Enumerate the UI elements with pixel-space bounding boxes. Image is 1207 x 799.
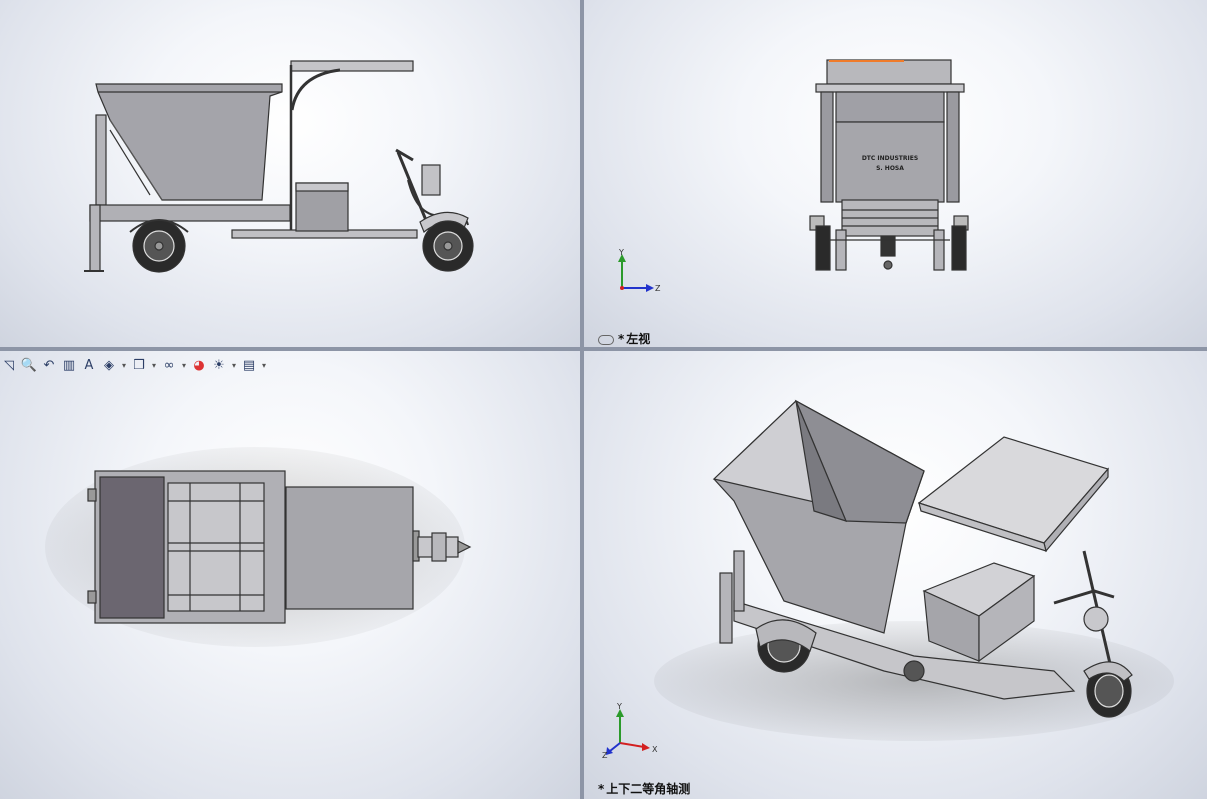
tricycle-top-view-model xyxy=(45,447,472,647)
triad-y-label: Y xyxy=(616,703,622,711)
view-name: 上下二等角轴测 xyxy=(606,782,691,796)
triad-z-label: Z xyxy=(655,284,661,293)
view-orientation-label: * 左视 xyxy=(598,330,650,347)
viewport-top-view[interactable]: ◹ 🔍 ↶ ▥ A ◈ ❒ ∞ ◕ ☀ ▤ xyxy=(0,351,580,799)
view-orientation-label: * 上下二等角轴测 xyxy=(598,782,691,796)
rear-panel-text-line1: DTC INDUSTRIES xyxy=(862,155,918,162)
view-name: 左视 xyxy=(626,332,651,346)
tricycle-side-view-model xyxy=(84,60,474,273)
rear-panel-text-line2: S. HOSA xyxy=(876,165,904,172)
tricycle-isometric-model xyxy=(654,399,1174,741)
triad-x-label: X xyxy=(652,745,658,754)
viewport-left-view[interactable]: DTC INDUSTRIES S. HOSA Y Z * 左视 xyxy=(584,0,1207,347)
triad-y-label: Y xyxy=(618,248,624,257)
triad-z-label: Z xyxy=(602,751,608,758)
coordinate-triad-icon: Y Z xyxy=(618,248,661,293)
coordinate-triad-icon: Y X Z xyxy=(602,703,658,758)
link-view-icon[interactable] xyxy=(598,334,614,345)
tricycle-rear-view-model: DTC INDUSTRIES S. HOSA xyxy=(809,59,969,271)
viewport-front-view[interactable] xyxy=(0,0,580,347)
viewport-isometric-view[interactable]: Y X Z * 上下二等角轴测 xyxy=(584,351,1207,799)
